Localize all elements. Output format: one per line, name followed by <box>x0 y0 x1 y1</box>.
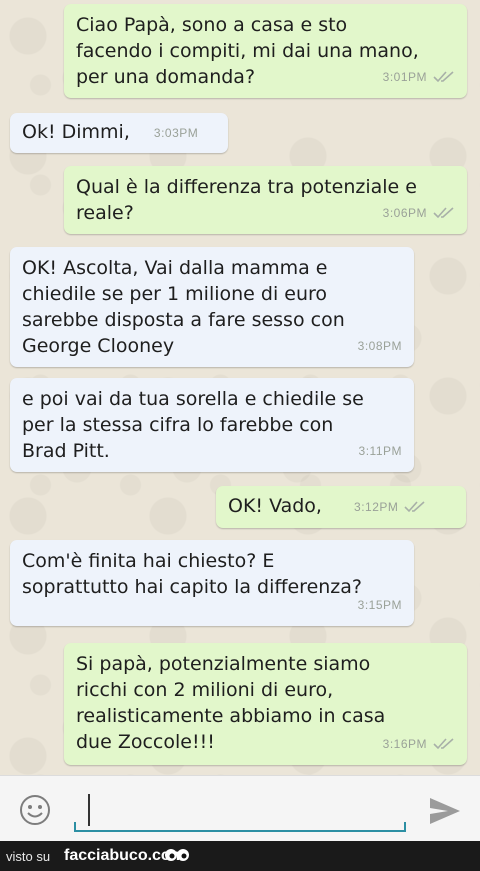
send-icon[interactable] <box>428 796 462 826</box>
input-underline-right <box>404 822 406 832</box>
message-composer <box>0 775 480 842</box>
message-time: 3:08PM <box>357 339 402 353</box>
message-text: Com'è finita hai chiesto? E soprattutto … <box>22 550 362 598</box>
double-check-icon <box>433 738 454 750</box>
message-meta: 3:01PM <box>383 64 455 90</box>
message-bubble-outgoing[interactable]: Ciao Papà, sono a casa e sto facendo i c… <box>64 4 467 98</box>
message-text: e poi vai da tua sorella e chiedile se p… <box>22 388 364 462</box>
message-meta: 3:06PM <box>383 200 455 226</box>
message-meta: 3:15PM <box>358 592 402 618</box>
footer-prefix: visto su <box>6 849 51 864</box>
double-check-icon <box>433 71 454 83</box>
message-time: 3:12PM <box>354 499 399 514</box>
message-meta: 3:12PM <box>354 494 426 520</box>
emoji-icon[interactable] <box>19 794 51 826</box>
message-bubble-incoming[interactable]: Ok! Dimmi, 3:03PM <box>10 113 228 153</box>
message-meta: 3:03PM <box>154 120 198 146</box>
message-bubble-outgoing[interactable]: Qual è la differenza tra potenziale e re… <box>64 166 467 234</box>
message-bubble-outgoing[interactable]: OK! Vado, 3:12PM <box>216 486 466 528</box>
message-bubble-outgoing[interactable]: Si papà, potenzialmente siamo ricchi con… <box>64 643 467 765</box>
chat-area: Ciao Papà, sono a casa e sto facendo i c… <box>0 0 480 775</box>
message-meta: 3:08PM <box>358 333 402 359</box>
message-text: Ok! Dimmi, <box>22 121 130 143</box>
input-underline-left <box>74 822 76 832</box>
message-time: 3:11PM <box>358 444 402 458</box>
message-time: 3:16PM <box>382 737 427 751</box>
message-time: 3:15PM <box>357 598 402 612</box>
text-cursor <box>88 794 90 826</box>
message-meta: 3:16PM <box>383 731 455 757</box>
message-time: 3:01PM <box>382 70 427 84</box>
message-time: 3:03PM <box>153 125 199 140</box>
double-check-icon <box>433 207 454 219</box>
message-bubble-incoming[interactable]: OK! Ascolta, Vai dalla mamma e chiedile … <box>10 247 414 367</box>
message-bubble-incoming[interactable]: Com'è finita hai chiesto? E soprattutto … <box>10 540 414 626</box>
watermark-footer: visto su facciabuco.com <box>0 841 480 871</box>
eyes-logo-icon <box>165 849 189 861</box>
double-check-icon <box>404 500 425 512</box>
message-bubble-incoming[interactable]: e poi vai da tua sorella e chiedile se p… <box>10 378 414 472</box>
message-time: 3:06PM <box>382 206 427 220</box>
message-input[interactable] <box>74 790 406 832</box>
message-meta: 3:11PM <box>359 438 402 464</box>
message-text: OK! Vado, <box>228 495 322 517</box>
message-text: OK! Ascolta, Vai dalla mamma e chiedile … <box>22 257 345 357</box>
